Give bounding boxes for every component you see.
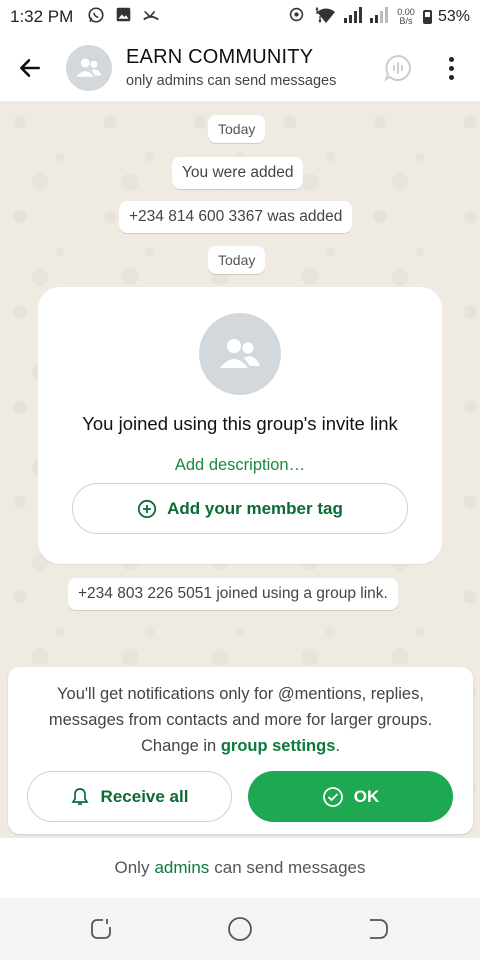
more-vert-dot — [448, 65, 454, 71]
footer-suffix: can send messages — [214, 858, 366, 877]
battery-icon — [422, 10, 432, 24]
status-right: 0.00 B/s 53% — [288, 6, 470, 29]
system-message-number-added: +234 814 600 3367 was added — [119, 201, 353, 233]
more-vert-icon — [448, 56, 454, 62]
check-circle-icon — [322, 786, 343, 807]
network-speed-unit: B/s — [399, 16, 413, 26]
group-settings-link[interactable]: group settings — [221, 737, 336, 755]
arrow-left-icon — [20, 58, 40, 77]
add-member-tag-button[interactable]: Add your member tag — [72, 483, 408, 534]
notification-text-end: . — [335, 737, 340, 755]
group-avatar[interactable] — [66, 44, 112, 91]
more-options-button[interactable] — [436, 48, 466, 88]
group-icon — [220, 339, 260, 368]
chat-header: EARN COMMUNITY only admins can send mess… — [0, 34, 480, 102]
status-time: 1:32 PM — [10, 7, 74, 26]
voice-chat-button[interactable] — [380, 50, 416, 86]
network-speed: 0.00 B/s — [395, 8, 417, 26]
ok-button[interactable]: OK — [248, 771, 453, 822]
signal-icon-2 — [369, 6, 389, 28]
system-navigation-bar — [0, 898, 480, 960]
admins-only-footer: Only admins can send messages — [0, 838, 480, 898]
sync-icon — [288, 6, 305, 28]
invite-card-title: You joined using this group's invite lin… — [82, 413, 398, 434]
invite-link-card: You joined using this group's invite lin… — [38, 287, 442, 564]
group-subtitle: only admins can send messages — [126, 73, 337, 89]
back-button[interactable] — [0, 34, 60, 102]
system-message-you-added: You were added — [172, 157, 304, 189]
missed-call-icon — [142, 6, 160, 29]
home-button[interactable] — [227, 916, 253, 942]
notification-info-text: You'll get notifications only for @menti… — [8, 681, 473, 759]
recent-apps-button[interactable] — [88, 916, 114, 942]
ok-label: OK — [353, 786, 380, 806]
add-description-link[interactable]: Add description… — [38, 456, 442, 475]
bell-icon — [70, 787, 89, 805]
status-bar: 1:32 PM 0.00 B/s 53% — [0, 0, 480, 34]
voice-chat-icon — [384, 54, 411, 82]
image-notification-icon — [115, 6, 132, 28]
battery-level: 53% — [437, 8, 470, 25]
signal-icon-1 — [343, 6, 363, 28]
date-divider: Today — [208, 246, 266, 274]
group-avatar-large — [199, 313, 281, 395]
wifi-icon — [311, 6, 337, 29]
recent-apps-icon — [91, 919, 111, 939]
notification-settings-panel: You'll get notifications only for @menti… — [8, 667, 473, 834]
receive-all-label: Receive all — [100, 786, 189, 806]
add-member-tag-label: Add your member tag — [167, 498, 343, 518]
more-vert-dot — [448, 74, 454, 80]
status-left-icons — [87, 6, 160, 29]
home-circle-icon — [228, 917, 252, 941]
back-nav-icon — [370, 919, 388, 939]
footer-prefix: Only — [114, 858, 150, 877]
receive-all-button[interactable]: Receive all — [27, 771, 232, 822]
admins-link[interactable]: admins — [154, 858, 209, 878]
add-circle-icon — [138, 499, 157, 518]
back-nav-button[interactable] — [365, 916, 391, 942]
group-icon — [76, 58, 102, 77]
header-title-block[interactable]: EARN COMMUNITY only admins can send mess… — [126, 46, 336, 89]
group-name: EARN COMMUNITY — [126, 46, 314, 68]
whatsapp-notification-icon — [87, 6, 105, 29]
system-message-joined: +234 803 226 5051 joined using a group l… — [68, 578, 398, 610]
date-divider: Today — [208, 115, 266, 143]
